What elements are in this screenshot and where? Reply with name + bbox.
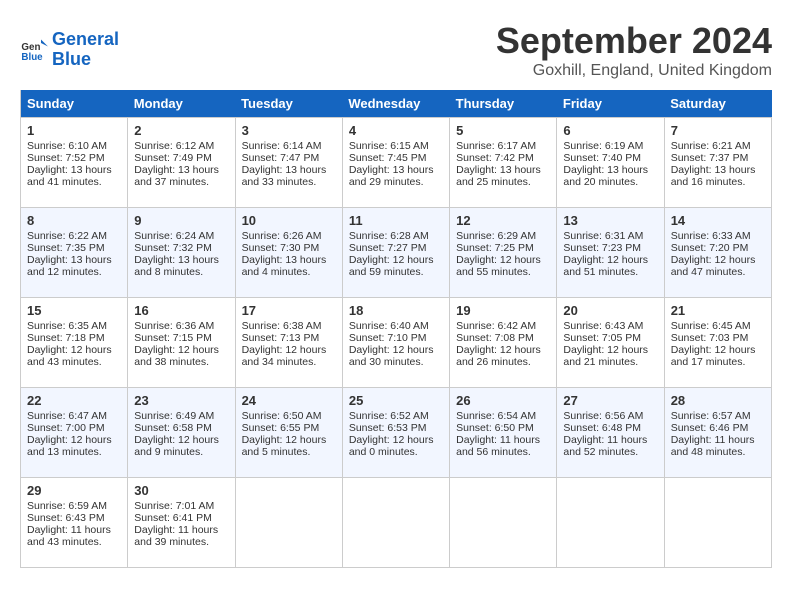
logo-icon: Gen Blue bbox=[20, 36, 48, 64]
logo-text-line2: Blue bbox=[52, 50, 119, 70]
table-row: 12Sunrise: 6:29 AMSunset: 7:25 PMDayligh… bbox=[450, 208, 557, 298]
month-title: September 2024 bbox=[496, 20, 772, 62]
table-row: 29Sunrise: 6:59 AMSunset: 6:43 PMDayligh… bbox=[21, 478, 128, 568]
table-row bbox=[342, 478, 449, 568]
table-row: 15Sunrise: 6:35 AMSunset: 7:18 PMDayligh… bbox=[21, 298, 128, 388]
col-sunday: Sunday bbox=[21, 90, 128, 118]
table-row bbox=[450, 478, 557, 568]
table-row: 30Sunrise: 7:01 AMSunset: 6:41 PMDayligh… bbox=[128, 478, 235, 568]
table-row: 8Sunrise: 6:22 AMSunset: 7:35 PMDaylight… bbox=[21, 208, 128, 298]
table-row: 14Sunrise: 6:33 AMSunset: 7:20 PMDayligh… bbox=[664, 208, 771, 298]
table-row: 1Sunrise: 6:10 AMSunset: 7:52 PMDaylight… bbox=[21, 118, 128, 208]
table-row: 19Sunrise: 6:42 AMSunset: 7:08 PMDayligh… bbox=[450, 298, 557, 388]
table-row: 13Sunrise: 6:31 AMSunset: 7:23 PMDayligh… bbox=[557, 208, 664, 298]
table-row: 21Sunrise: 6:45 AMSunset: 7:03 PMDayligh… bbox=[664, 298, 771, 388]
col-tuesday: Tuesday bbox=[235, 90, 342, 118]
col-friday: Friday bbox=[557, 90, 664, 118]
table-row: 23Sunrise: 6:49 AMSunset: 6:58 PMDayligh… bbox=[128, 388, 235, 478]
col-thursday: Thursday bbox=[450, 90, 557, 118]
table-row bbox=[235, 478, 342, 568]
table-row: 2Sunrise: 6:12 AMSunset: 7:49 PMDaylight… bbox=[128, 118, 235, 208]
col-monday: Monday bbox=[128, 90, 235, 118]
table-row: 18Sunrise: 6:40 AMSunset: 7:10 PMDayligh… bbox=[342, 298, 449, 388]
table-row: 25Sunrise: 6:52 AMSunset: 6:53 PMDayligh… bbox=[342, 388, 449, 478]
table-row: 27Sunrise: 6:56 AMSunset: 6:48 PMDayligh… bbox=[557, 388, 664, 478]
calendar-table: Sunday Monday Tuesday Wednesday Thursday… bbox=[20, 90, 772, 568]
table-row: 11Sunrise: 6:28 AMSunset: 7:27 PMDayligh… bbox=[342, 208, 449, 298]
table-row: 6Sunrise: 6:19 AMSunset: 7:40 PMDaylight… bbox=[557, 118, 664, 208]
table-row: 7Sunrise: 6:21 AMSunset: 7:37 PMDaylight… bbox=[664, 118, 771, 208]
col-wednesday: Wednesday bbox=[342, 90, 449, 118]
table-row: 17Sunrise: 6:38 AMSunset: 7:13 PMDayligh… bbox=[235, 298, 342, 388]
table-row: 10Sunrise: 6:26 AMSunset: 7:30 PMDayligh… bbox=[235, 208, 342, 298]
col-saturday: Saturday bbox=[664, 90, 771, 118]
svg-text:Blue: Blue bbox=[21, 52, 43, 63]
table-row: 4Sunrise: 6:15 AMSunset: 7:45 PMDaylight… bbox=[342, 118, 449, 208]
title-block: September 2024 Goxhill, England, United … bbox=[496, 20, 772, 80]
table-row: 24Sunrise: 6:50 AMSunset: 6:55 PMDayligh… bbox=[235, 388, 342, 478]
table-row: 22Sunrise: 6:47 AMSunset: 7:00 PMDayligh… bbox=[21, 388, 128, 478]
table-row: 3Sunrise: 6:14 AMSunset: 7:47 PMDaylight… bbox=[235, 118, 342, 208]
table-row: 5Sunrise: 6:17 AMSunset: 7:42 PMDaylight… bbox=[450, 118, 557, 208]
table-row: 20Sunrise: 6:43 AMSunset: 7:05 PMDayligh… bbox=[557, 298, 664, 388]
table-row bbox=[664, 478, 771, 568]
table-row: 16Sunrise: 6:36 AMSunset: 7:15 PMDayligh… bbox=[128, 298, 235, 388]
table-row bbox=[557, 478, 664, 568]
location: Goxhill, England, United Kingdom bbox=[496, 62, 772, 80]
logo: Gen Blue General Blue bbox=[20, 30, 119, 70]
logo-text-line1: General bbox=[52, 30, 119, 50]
table-row: 28Sunrise: 6:57 AMSunset: 6:46 PMDayligh… bbox=[664, 388, 771, 478]
table-row: 26Sunrise: 6:54 AMSunset: 6:50 PMDayligh… bbox=[450, 388, 557, 478]
header-row: Sunday Monday Tuesday Wednesday Thursday… bbox=[21, 90, 772, 118]
table-row: 9Sunrise: 6:24 AMSunset: 7:32 PMDaylight… bbox=[128, 208, 235, 298]
